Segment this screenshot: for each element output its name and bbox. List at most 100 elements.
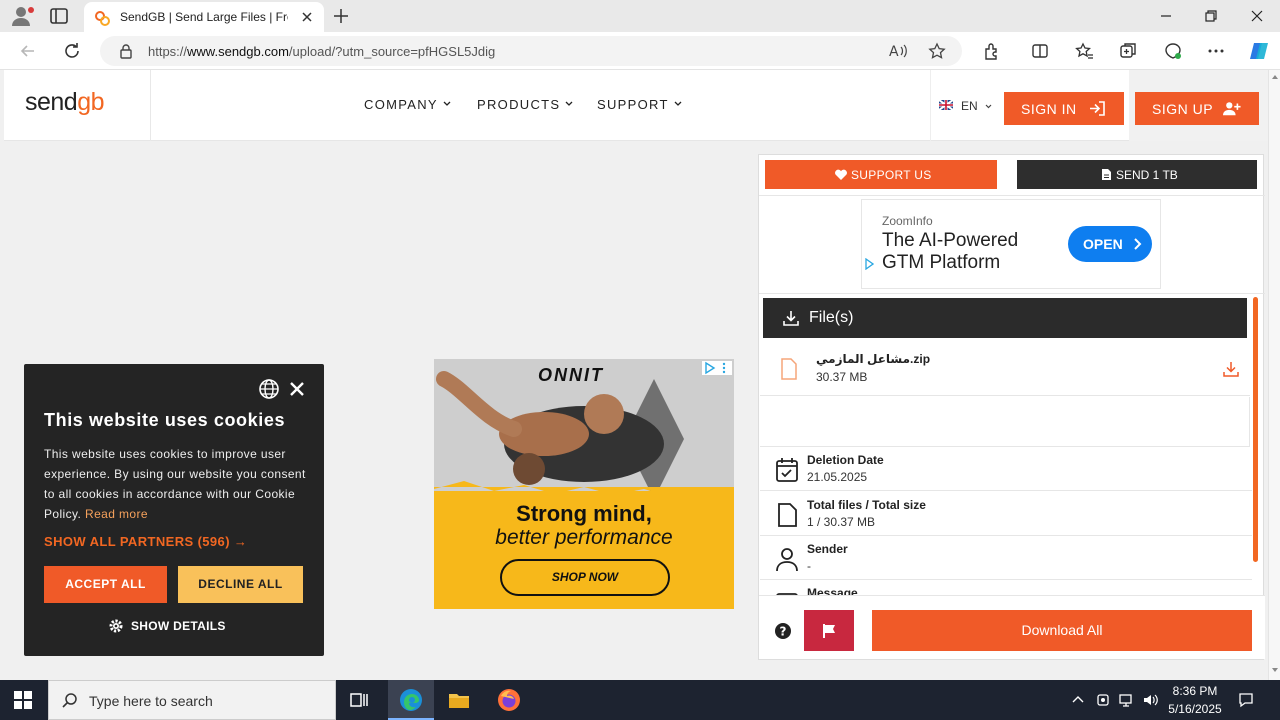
open-label: OPEN [1083, 236, 1123, 252]
download-all-button[interactable]: Download All [872, 610, 1252, 651]
file-size: 30.37 MB [816, 370, 868, 384]
split-screen-icon[interactable] [1030, 41, 1050, 61]
url-text[interactable]: https://www.sendgb.com/upload/?utm_sourc… [148, 44, 495, 59]
collections-icon[interactable] [1118, 41, 1138, 61]
browser-essentials-icon[interactable] [1163, 41, 1183, 61]
menu-support[interactable]: SUPPORT [597, 97, 682, 112]
meet-now-icon[interactable] [1095, 692, 1111, 708]
files-title: File(s) [809, 309, 854, 326]
chevron-down-icon [443, 101, 451, 106]
scroll-down-icon[interactable] [1271, 666, 1279, 674]
firefox-icon[interactable] [497, 688, 521, 712]
chevron-down-icon [565, 101, 573, 106]
sign-up-label: SIGN UP [1152, 101, 1214, 117]
panel-scrollbar-thumb[interactable] [1253, 297, 1258, 562]
notifications-icon[interactable] [1238, 692, 1254, 708]
sendgb-logo[interactable]: sendgb [25, 88, 105, 117]
edge-browser-icon[interactable] [399, 688, 423, 712]
decline-all-button[interactable]: DECLINE ALL [178, 566, 303, 603]
restore-icon[interactable] [1201, 6, 1221, 26]
shop-now-button[interactable]: SHOP NOW [500, 559, 670, 596]
url-path: /upload/?utm_source=pfHGSL5Jdig [288, 44, 496, 59]
close-icon[interactable] [288, 380, 306, 398]
download-panel: SUPPORT US SEND 1 TB ZoomInfo The AI-Pow… [758, 154, 1265, 660]
help-icon[interactable]: ? [774, 622, 792, 640]
support-us-label: SUPPORT US [851, 168, 932, 182]
support-us-button[interactable]: SUPPORT US [765, 160, 997, 189]
windows-start-icon[interactable] [14, 691, 32, 709]
download-icon[interactable] [1222, 360, 1240, 378]
scroll-up-icon[interactable] [1271, 73, 1279, 81]
more-menu-icon[interactable] [1206, 41, 1226, 61]
globe-icon[interactable] [258, 378, 280, 400]
file-row[interactable]: مشاعل المازمي.zip 30.37 MB [760, 342, 1250, 396]
taskbar-search-box[interactable]: Type here to search [48, 680, 336, 720]
favorites-icon[interactable] [1074, 41, 1094, 61]
back-arrow-icon[interactable] [18, 41, 38, 61]
menu-company-label: COMPANY [364, 97, 438, 112]
volume-icon[interactable] [1142, 692, 1158, 708]
read-aloud-icon[interactable]: A [888, 42, 908, 60]
flag-icon [823, 624, 835, 638]
report-button[interactable] [804, 610, 854, 651]
uk-flag-icon [939, 100, 953, 110]
logo-cell: sendgb [4, 70, 151, 141]
send-1tb-button[interactable]: SEND 1 TB [1017, 160, 1257, 189]
page-scrollbar[interactable] [1268, 70, 1280, 680]
search-placeholder: Type here to search [89, 693, 213, 709]
ad-headline: The AI-Powered GTM Platform [882, 230, 1018, 274]
favorite-star-icon[interactable] [928, 42, 946, 60]
menu-products[interactable]: PRODUCTS [477, 97, 573, 112]
accept-all-button[interactable]: ACCEPT ALL [44, 566, 167, 603]
zoominfo-advertisement[interactable]: ZoomInfo The AI-Powered GTM Platform OPEN [861, 199, 1161, 289]
clock-time[interactable]: 8:36 PM [1160, 684, 1230, 698]
windows-taskbar: Type here to search 8:36 PM 5/16/2025 [0, 680, 1280, 720]
chevron-down-icon [985, 104, 992, 109]
window-close-icon[interactable] [1247, 6, 1267, 26]
minimize-icon[interactable] [1156, 6, 1176, 26]
open-button[interactable]: OPEN [1068, 226, 1152, 262]
task-view-icon[interactable] [348, 688, 372, 712]
clock-date[interactable]: 5/16/2025 [1160, 702, 1230, 716]
ad-brand: ONNIT [538, 365, 604, 385]
language-selector[interactable]: EN [930, 70, 1000, 141]
reload-icon[interactable] [62, 41, 82, 61]
info-deletion-date: Deletion Date 21.05.2025 [760, 447, 1252, 491]
url-scheme: https:// [148, 44, 188, 59]
chevron-right-icon [1134, 238, 1142, 250]
read-more-link[interactable]: Read more [85, 507, 148, 521]
info-value: - [807, 559, 811, 573]
adchoices-icon[interactable] [702, 361, 732, 375]
file-explorer-icon[interactable] [447, 688, 471, 712]
copilot-icon[interactable] [1248, 41, 1268, 61]
network-icon[interactable] [1119, 692, 1135, 708]
address-bar: https://www.sendgb.com/upload/?utm_sourc… [0, 32, 1280, 70]
info-label: Deletion Date [807, 453, 884, 467]
svg-text:A: A [889, 44, 899, 60]
tab-close-icon[interactable] [300, 10, 314, 24]
new-tab-icon[interactable] [332, 7, 350, 25]
tab-actions-icon[interactable] [48, 6, 72, 26]
download-icon [783, 311, 799, 326]
document-icon [1102, 169, 1111, 180]
profile-icon[interactable] [10, 5, 34, 27]
calendar-check-icon [776, 458, 798, 482]
send-1tb-label: SEND 1 TB [1116, 168, 1178, 182]
menu-company[interactable]: COMPANY [364, 97, 451, 112]
sign-in-label: SIGN IN [1021, 101, 1077, 117]
onnit-advertisement[interactable]: ONNIT Strong mind, better performance SH… [434, 359, 734, 609]
active-tab[interactable]: SendGB | Send Large Files | Free fi [84, 2, 324, 32]
adchoices-icon[interactable] [864, 258, 874, 270]
chevron-up-icon[interactable] [1070, 692, 1086, 708]
sign-in-button[interactable]: SIGN IN [1004, 92, 1124, 125]
show-partners-link[interactable]: SHOW ALL PARTNERS (596) → [44, 534, 247, 549]
tab-title: SendGB | Send Large Files | Free fi [120, 10, 288, 24]
lock-icon[interactable] [118, 43, 134, 59]
sign-up-button[interactable]: SIGN UP [1135, 92, 1259, 125]
info-label: Total files / Total size [807, 498, 926, 512]
url-field[interactable]: https://www.sendgb.com/upload/?utm_sourc… [100, 36, 962, 66]
info-value: 21.05.2025 [807, 470, 868, 484]
extensions-icon[interactable] [982, 41, 1002, 61]
browser-tab-bar: SendGB | Send Large Files | Free fi [0, 0, 1280, 32]
show-details-button[interactable]: SHOW DETAILS [108, 619, 226, 633]
